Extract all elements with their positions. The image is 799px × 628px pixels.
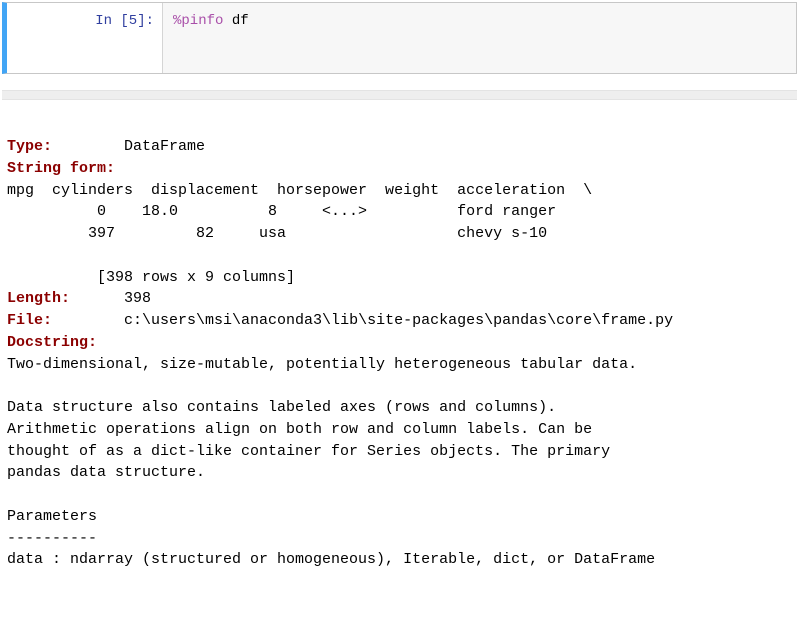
- docstring-line: Two-dimensional, size-mutable, potential…: [7, 356, 637, 373]
- docstring-line: Arithmetic operations align on both row …: [7, 421, 592, 438]
- type-value: DataFrame: [52, 138, 205, 155]
- docstring-line: pandas data structure.: [7, 464, 205, 481]
- string-form-line: [398 rows x 9 columns]: [7, 269, 295, 286]
- docstring-line: data : ndarray (structured or homogeneou…: [7, 551, 655, 568]
- divider-bar: [2, 90, 797, 100]
- magic-command: %pinfo: [173, 13, 223, 29]
- code-line: %pinfo df: [173, 13, 249, 29]
- file-label: File:: [7, 312, 52, 329]
- input-prompt: In [5]:: [7, 3, 162, 73]
- docstring-line: Data structure also contains labeled axe…: [7, 399, 556, 416]
- code-cell: In [5]: %pinfo df: [2, 2, 797, 74]
- docstring-line: Parameters: [7, 508, 97, 525]
- file-value: c:\users\msi\anaconda3\lib\site-packages…: [52, 312, 673, 329]
- docstring-label: Docstring:: [7, 334, 97, 351]
- docstring-line: thought of as a dict-like container for …: [7, 443, 610, 460]
- length-label: Length:: [7, 290, 70, 307]
- length-value: 398: [70, 290, 151, 307]
- string-form-line: 0 18.0 8 <...> ford ranger: [7, 203, 556, 220]
- prompt-text: In [5]:: [95, 13, 154, 29]
- output-area: Type: DataFrame String form: mpg cylinde…: [2, 130, 797, 577]
- string-form-line: mpg cylinders displacement horsepower we…: [7, 182, 592, 199]
- code-editor[interactable]: %pinfo df: [162, 3, 796, 73]
- string-form-line: 397 82 usa chevy s-10: [7, 225, 547, 242]
- type-label: Type:: [7, 138, 52, 155]
- docstring-line: ----------: [7, 530, 97, 547]
- string-form-label: String form:: [7, 160, 115, 177]
- code-argument: df: [223, 13, 248, 29]
